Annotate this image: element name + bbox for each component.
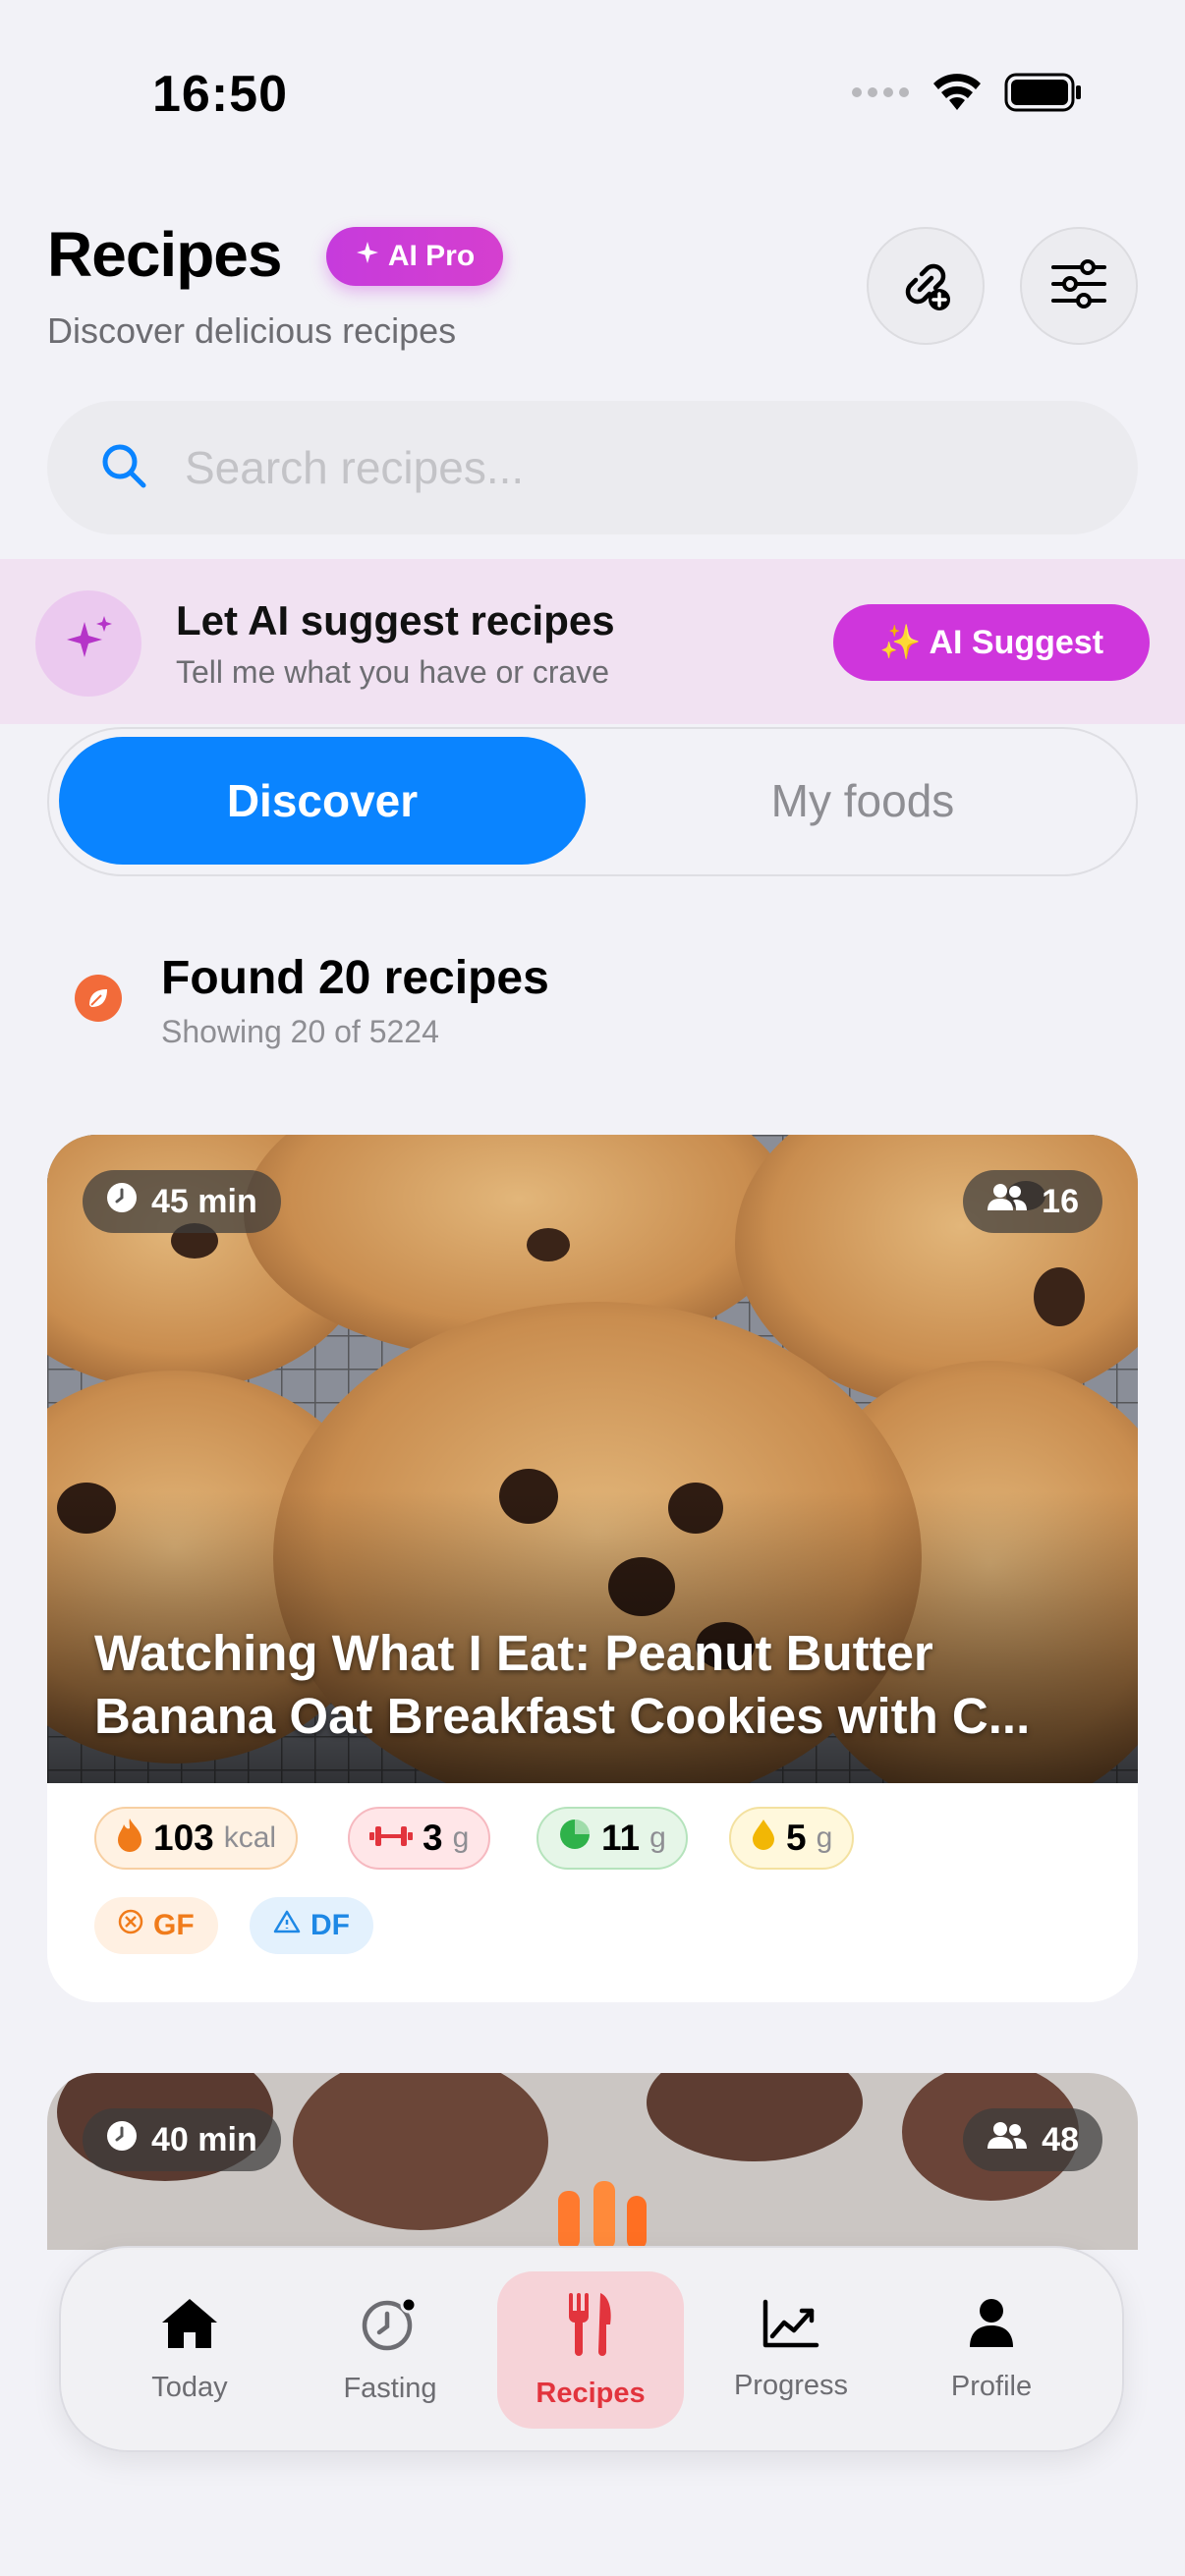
gluten-free-tag: GF	[94, 1897, 218, 1954]
servings-count: 16	[1042, 1182, 1079, 1220]
calories-value: 103	[153, 1818, 214, 1858]
prep-time-chip: 45 min	[83, 1170, 281, 1233]
sparkle-icon	[355, 240, 380, 273]
sparkles-icon	[61, 614, 116, 674]
home-icon	[160, 2297, 219, 2358]
carbs-unit: g	[649, 1821, 666, 1854]
search-icon	[98, 440, 149, 496]
link-add-icon	[894, 252, 957, 320]
people-icon	[987, 1183, 1028, 1221]
nav-profile[interactable]: Profile	[898, 2271, 1085, 2429]
protein-chip: 3 g	[348, 1807, 491, 1870]
servings-count: 48	[1042, 2120, 1079, 2158]
fat-chip: 5 g	[729, 1807, 855, 1870]
page-subtitle: Discover delicious recipes	[47, 310, 457, 351]
page-title: Recipes	[47, 219, 282, 290]
nav-recipes[interactable]: Recipes	[497, 2271, 684, 2429]
servings-chip: 16	[963, 1170, 1102, 1233]
ai-banner-title: Let AI suggest recipes	[176, 597, 615, 644]
carbs-chip: 11 g	[536, 1807, 688, 1870]
flame-icon	[116, 1817, 143, 1861]
prep-time: 45 min	[151, 1182, 257, 1220]
fat-unit: g	[816, 1821, 833, 1854]
pie-icon	[558, 1818, 592, 1860]
wifi-icon	[931, 73, 983, 117]
protein-value: 3	[423, 1818, 443, 1858]
calories-chip: 103 kcal	[94, 1807, 299, 1870]
chart-icon	[762, 2299, 819, 2356]
results-title: Found 20 recipes	[161, 952, 549, 1004]
people-icon	[987, 2121, 1028, 2159]
fat-value: 5	[786, 1818, 807, 1858]
dumbbell-icon	[369, 1818, 413, 1859]
nav-profile-label: Profile	[950, 2370, 1033, 2402]
recipe-card[interactable]: 45 min 16 Watching What I Eat: Peanut Bu…	[47, 1135, 1138, 2002]
recipe-title: Watching What I Eat: Peanut Butter Banan…	[94, 1625, 1031, 1744]
ai-banner-subtitle: Tell me what you have or crave	[176, 654, 610, 690]
fork-knife-icon	[567, 2291, 614, 2364]
carbs-value: 11	[601, 1818, 641, 1858]
cellular-icon	[851, 85, 910, 104]
dairy-free-label: DF	[310, 1909, 350, 1941]
tab-discover[interactable]: Discover	[59, 737, 586, 865]
nav-fasting[interactable]: Fasting	[297, 2271, 483, 2429]
ai-suggest-button[interactable]: ✨ AI Suggest	[833, 604, 1150, 681]
tab-my-foods[interactable]: My foods	[599, 737, 1126, 865]
triangle-icon	[273, 1909, 301, 1942]
nav-today-label: Today	[151, 2371, 228, 2403]
clock-icon	[106, 2120, 138, 2160]
drop-icon	[751, 1818, 776, 1860]
recipe-card[interactable]: 40 min 48	[47, 2073, 1138, 2250]
status-time: 16:50	[152, 66, 288, 123]
ai-pro-label: AI Pro	[387, 240, 476, 272]
filter-button[interactable]	[1020, 227, 1138, 345]
nav-progress[interactable]: Progress	[698, 2271, 884, 2429]
prep-time-chip: 40 min	[83, 2108, 281, 2171]
servings-chip: 48	[963, 2108, 1102, 2171]
nav-today[interactable]: Today	[96, 2271, 283, 2429]
results-subtitle: Showing 20 of 5224	[161, 1014, 439, 1049]
ai-pro-badge[interactable]: AI Pro	[326, 227, 503, 286]
gluten-free-label: GF	[153, 1909, 195, 1941]
battery-icon	[1004, 73, 1083, 117]
person-icon	[968, 2298, 1015, 2357]
bottom-tab-bar: Today Fasting Recipes Progress Profile	[59, 2246, 1124, 2452]
dairy-free-tag: DF	[250, 1897, 373, 1954]
search-bar[interactable]: Search recipes...	[47, 401, 1138, 534]
clock-icon	[106, 1182, 138, 1222]
prep-time: 40 min	[151, 2120, 257, 2158]
no-gluten-icon	[118, 1909, 143, 1942]
nav-fasting-label: Fasting	[343, 2372, 437, 2404]
nav-recipes-label: Recipes	[536, 2377, 646, 2409]
nav-progress-label: Progress	[733, 2369, 849, 2401]
search-input[interactable]: Search recipes...	[185, 441, 524, 494]
protein-unit: g	[452, 1821, 470, 1854]
add-link-button[interactable]	[867, 227, 985, 345]
calories-unit: kcal	[223, 1821, 277, 1854]
timer-icon	[361, 2296, 420, 2359]
sliders-icon	[1050, 258, 1107, 313]
ai-banner-icon	[35, 590, 141, 697]
leaf-icon	[75, 975, 122, 1022]
status-icons	[851, 73, 1083, 117]
